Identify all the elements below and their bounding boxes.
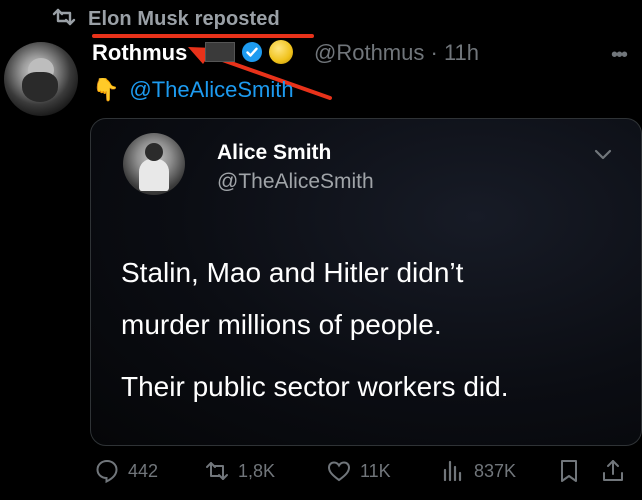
repost-indicator[interactable]: Elon Musk reposted	[50, 6, 280, 33]
share-icon	[603, 460, 623, 481]
reply-button[interactable]: 442	[94, 458, 158, 484]
heart-icon	[327, 461, 351, 482]
author-badges	[205, 40, 293, 64]
like-count: 11K	[360, 460, 391, 481]
reply-count: 442	[128, 460, 159, 481]
post-text: 👇 @TheAliceSmith	[92, 77, 294, 103]
quoted-author-handle: @TheAliceSmith	[217, 170, 374, 193]
quoted-post[interactable]: Alice Smith @TheAliceSmith Stalin, Mao a…	[90, 118, 642, 446]
views-button[interactable]: 837K	[440, 458, 516, 484]
pointing-down-icon: 👇	[92, 77, 120, 102]
view-count: 837K	[474, 460, 517, 481]
post-time: 11h	[443, 40, 480, 65]
repost-label: Elon Musk reposted	[88, 8, 280, 30]
author-name[interactable]: Rothmus	[92, 40, 187, 66]
quoted-text-line: murder millions of people.	[121, 309, 442, 340]
repost-count: 1,8K	[238, 460, 276, 481]
analytics-icon	[443, 460, 462, 482]
action-bar: 442 1,8K 11K 837K	[0, 452, 642, 492]
author-handle: @Rothmus	[314, 40, 425, 65]
flag-badge-icon	[205, 42, 235, 62]
annotation-underline	[92, 34, 314, 38]
more-options-icon[interactable]: •••	[611, 44, 628, 67]
like-button[interactable]: 11K	[326, 458, 391, 484]
reply-icon	[96, 459, 118, 484]
quoted-text-line: Stalin, Mao and Hitler didn’t	[121, 257, 464, 288]
repost-icon	[206, 462, 228, 480]
quoted-avatar[interactable]	[123, 133, 185, 195]
bookmark-button[interactable]	[556, 458, 582, 484]
bookmark-icon	[561, 460, 577, 482]
author-avatar[interactable]	[4, 42, 78, 116]
repost-button[interactable]: 1,8K	[204, 458, 275, 484]
quoted-author-name: Alice Smith	[217, 141, 332, 164]
mention-link[interactable]: @TheAliceSmith	[129, 77, 293, 103]
author-handle-time[interactable]: @Rothmus · 11h	[314, 40, 479, 66]
verified-badge-icon[interactable]	[241, 41, 263, 63]
quoted-text-line: Their public sector workers did.	[121, 371, 509, 402]
chevron-down-icon[interactable]	[594, 149, 612, 161]
separator: ·	[430, 40, 438, 65]
repost-icon	[50, 6, 78, 33]
share-button[interactable]	[600, 458, 626, 484]
tweet-screenshot: Elon Musk reposted Rothmus @Rothmus · 11…	[0, 0, 642, 500]
coin-badge-icon	[269, 40, 293, 64]
